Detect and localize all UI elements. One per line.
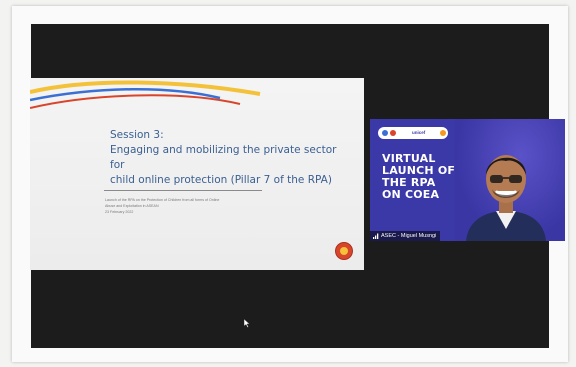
shared-presentation-slide: Session 3: Engaging and mobilizing the p… — [30, 78, 364, 270]
slide-meta: Launch of the RPA on the Protection of C… — [105, 197, 275, 215]
partner-label: unicef — [412, 130, 426, 135]
asean-seal-icon — [390, 130, 396, 136]
asean-logo-icon — [382, 130, 388, 136]
video-title-line-4: ON COEA — [382, 188, 440, 201]
mouse-cursor-icon — [244, 319, 251, 328]
participant-name-tag: ASEC - Miguel Musngi — [370, 231, 441, 241]
participant-name: ASEC - Miguel Musngi — [381, 233, 437, 239]
slide-session-label: Session 3: — [110, 129, 164, 141]
participant-avatar — [466, 155, 546, 241]
partner-emblem-icon — [440, 130, 446, 136]
signal-bars-icon — [373, 233, 379, 239]
slide-meta-date: 23 February 2022 — [105, 210, 134, 214]
slide-title-line-2: child online protection (Pillar 7 of the… — [110, 174, 332, 186]
slide-title: Session 3: Engaging and mobilizing the p… — [110, 128, 350, 188]
asean-emblem-icon — [335, 242, 353, 260]
virtual-background-title: VIRTUAL LAUNCH OF THE RPA ON COEA — [382, 153, 464, 201]
partner-logos-pill: unicef — [378, 127, 448, 139]
slide-title-line-1: Engaging and mobilizing the private sect… — [110, 144, 337, 171]
slide-divider — [104, 190, 262, 191]
participant-video-tile[interactable]: unicef VIRTUAL LAUNCH OF THE RPA ON COEA… — [370, 119, 565, 241]
slide-swoosh-decoration — [30, 80, 261, 109]
